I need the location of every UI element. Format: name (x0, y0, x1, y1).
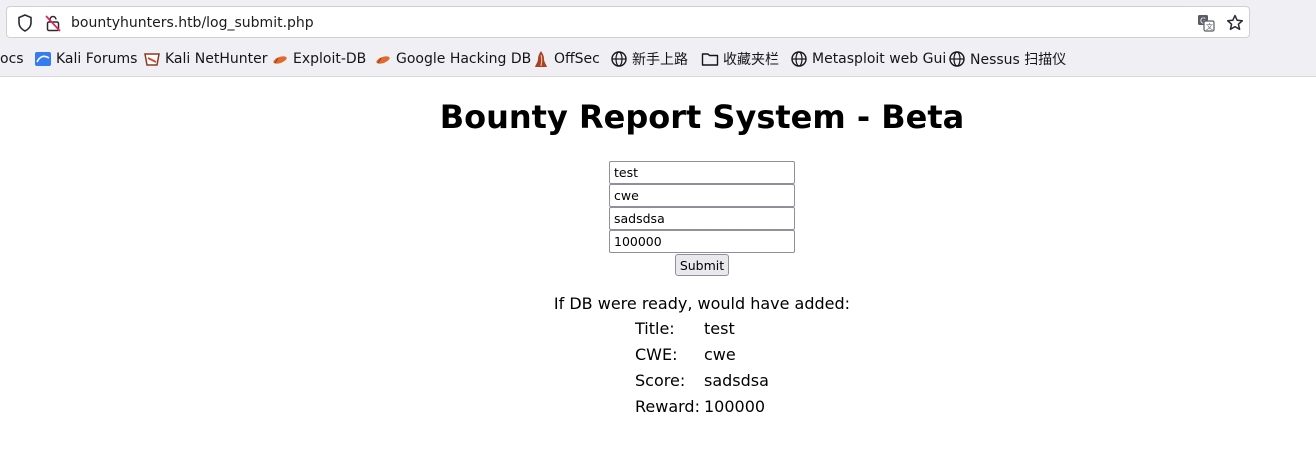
bookmark-label: 新手上路 (632, 52, 688, 68)
result-title-label: Title: (635, 319, 675, 338)
bookmark-label: Google Hacking DB (396, 51, 532, 67)
bookmark-label: 收藏夹栏 (723, 52, 779, 68)
submit-button[interactable]: Submit (675, 254, 729, 276)
bookmark-label: Nessus 扫描仪 (970, 52, 1067, 68)
result-title-value: test (704, 319, 735, 338)
bookmark-label: Kali NetHunter (165, 51, 268, 67)
globe-icon (610, 50, 628, 68)
bookmark-label: Kali Forums (56, 51, 138, 67)
bookmark-exploit-db[interactable]: Exploit-DB (271, 48, 366, 70)
result-score-label: Score: (635, 371, 686, 390)
score-input[interactable] (609, 207, 795, 230)
bookmark-nessus[interactable]: Nessus 扫描仪 (948, 48, 1066, 70)
address-bar[interactable]: bountyhunters.htb/log_submit.php G文 (6, 6, 1250, 38)
title-input[interactable] (609, 161, 795, 184)
bookmark-label: OffSec (554, 51, 600, 67)
result-cwe-label: CWE: (635, 345, 678, 364)
ghdb-icon (374, 50, 392, 68)
kali-nethunter-icon (143, 50, 161, 68)
insecure-lock-icon[interactable] (45, 14, 61, 36)
bookmark-google-hacking-db[interactable]: Google Hacking DB (374, 48, 531, 70)
globe-icon (790, 50, 808, 68)
kali-forums-icon (34, 50, 52, 68)
result-reward-value: 100000 (704, 397, 766, 416)
bookmark-metasploit[interactable]: Metasploit web Gui (790, 48, 946, 70)
bookmark-kali-nethunter[interactable]: Kali NetHunter (143, 48, 267, 70)
bookmark-label: Exploit-DB (293, 51, 367, 67)
result-reward-label: Reward: (635, 397, 700, 416)
bookmark-xinshou[interactable]: 新手上路 (610, 48, 688, 70)
bookmark-star-icon[interactable] (1226, 14, 1244, 36)
reward-input[interactable] (609, 230, 795, 253)
bookmark-offsec[interactable]: OffSec (532, 48, 600, 70)
browser-chrome: bountyhunters.htb/log_submit.php G文 ocs … (0, 0, 1316, 77)
bookmark-folder-favorites[interactable]: 收藏夹栏 (701, 48, 779, 70)
bookmark-label: ocs (0, 51, 24, 67)
shield-icon[interactable] (17, 14, 33, 36)
cwe-input[interactable] (609, 184, 795, 207)
result-heading: If DB were ready, would have added: (553, 294, 851, 313)
exploit-db-icon (271, 50, 289, 68)
page-title: Bounty Report System - Beta (439, 98, 965, 136)
result-cwe-value: cwe (704, 345, 736, 364)
folder-icon (701, 50, 719, 68)
svg-text:文: 文 (1206, 22, 1213, 31)
bookmark-docs[interactable]: ocs (0, 48, 24, 70)
url-text[interactable]: bountyhunters.htb/log_submit.php (71, 15, 314, 31)
globe-icon (948, 50, 966, 68)
bookmark-label: Metasploit web Gui (812, 51, 947, 67)
result-score-value: sadsdsa (704, 371, 769, 390)
offsec-icon (532, 50, 550, 68)
bookmark-kali-forums[interactable]: Kali Forums (34, 48, 137, 70)
translate-icon[interactable]: G文 (1197, 14, 1215, 36)
